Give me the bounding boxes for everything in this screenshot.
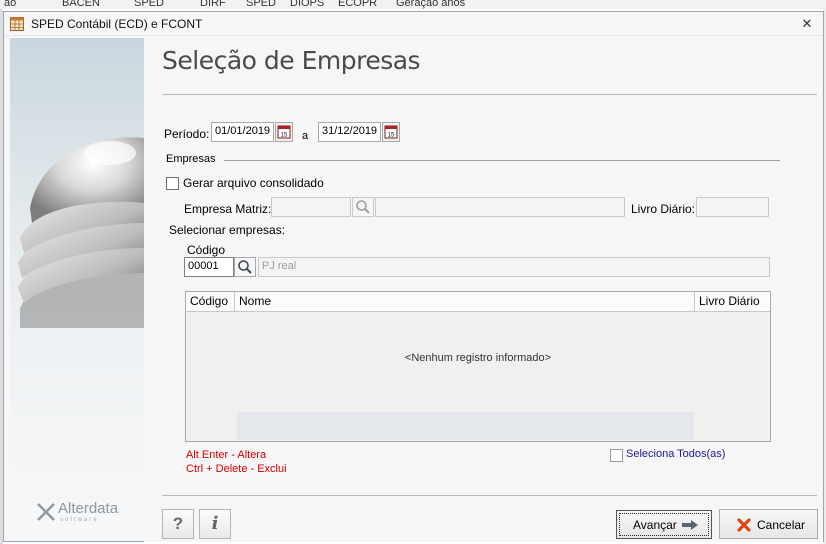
info-button[interactable]: i [199,509,231,539]
grid-header: Código Nome Livro Diário [186,292,770,312]
selecionar-empresas-label: Selecionar empresas: [169,223,286,237]
period-end-input[interactable]: 31/12/2019 [318,122,381,142]
empresa-matriz-name-input[interactable] [375,197,625,217]
periodo-separator: a [302,130,309,142]
period-end-calendar-button[interactable]: 15 [382,122,400,142]
search-icon [356,200,370,214]
codigo-input[interactable]: 00001 [184,257,234,277]
empresa-matriz-label: Empresa Matriz: [184,202,272,216]
helmet-graphic-icon [18,137,144,328]
shortcut-hint-delete: Ctrl + Delete - Exclui [186,463,287,475]
side-banner: Alterdata software [10,38,144,540]
select-all-label[interactable]: Seleciona Todos(as) [626,448,725,460]
background-tab: DIOPS [290,0,325,9]
spreadsheet-icon [10,17,24,31]
arrow-right-icon [682,520,698,530]
window-title: SPED Contábil (ECD) e FCONT [31,17,203,31]
select-all-checkbox[interactable] [610,449,623,462]
empresa-matriz-code-input[interactable] [271,197,351,217]
column-header-livro-diario[interactable]: Livro Diário [695,292,770,312]
period-start-calendar-button[interactable]: 15 [275,122,293,142]
grid-footer [237,412,694,440]
next-button-label: Avançar [633,518,677,532]
title-divider [162,94,817,95]
background-tab-strip: ão BACEN SPED DIRF SPED DIOPS ECOPR Gera… [0,0,826,9]
calendar-icon: 15 [384,125,398,139]
empresas-section-label: Empresas [166,153,216,165]
empresa-name-input[interactable]: PJ real [258,257,770,277]
background-tab: BACEN [62,0,100,9]
empresas-grid[interactable]: Código Nome Livro Diário <Nenhum registr… [185,291,771,442]
shortcut-hint-alter: Alt Enter - Altera [186,449,267,461]
title-bar: SPED Contábil (ECD) e FCONT ✕ [4,12,823,36]
next-button[interactable]: Avançar [616,510,712,539]
page-title: Seleção de Empresas [162,46,421,75]
cancel-x-icon [737,518,751,532]
period-start-input[interactable]: 01/01/2019 [211,122,274,142]
cancel-button-label: Cancelar [757,518,806,532]
footer-divider [162,495,817,496]
column-header-nome[interactable]: Nome [235,292,695,312]
livro-diario-label: Livro Diário: [631,202,696,216]
codigo-label: Código [187,243,226,257]
svg-text:15: 15 [281,133,288,139]
periodo-label: Período: [164,127,210,141]
background-tab: SPED [134,0,164,9]
alterdata-logo-icon [37,503,55,521]
grid-empty-message: <Nenhum registro informado> [404,352,552,364]
main-content: Seleção de Empresas Período: 01/01/2019 … [144,38,823,542]
background-tab: Geração anos [396,0,466,9]
close-button[interactable]: ✕ [799,16,815,32]
brand-subtitle: software [60,517,99,523]
livro-diario-input[interactable] [696,197,769,217]
search-icon [238,260,252,274]
consolidado-label: Gerar arquivo consolidado [183,176,324,190]
svg-text:15: 15 [388,133,395,139]
background-tab: ão [4,0,17,9]
brand-name: Alterdata [58,500,119,517]
codigo-search-button[interactable] [234,257,256,277]
help-button[interactable]: ? [162,509,194,539]
column-header-codigo[interactable]: Código [186,292,235,312]
background-tab: ECOPR [338,0,378,9]
dialog-window: SPED Contábil (ECD) e FCONT ✕ Alterdata … [3,11,824,542]
empresas-divider [224,160,780,161]
calendar-icon: 15 [277,125,291,139]
background-tab: DIRF [200,0,226,9]
background-tab: SPED [246,0,276,9]
cancel-button[interactable]: Cancelar [719,509,818,539]
consolidado-checkbox[interactable] [166,177,179,190]
empresa-matriz-search-button[interactable] [352,197,374,217]
